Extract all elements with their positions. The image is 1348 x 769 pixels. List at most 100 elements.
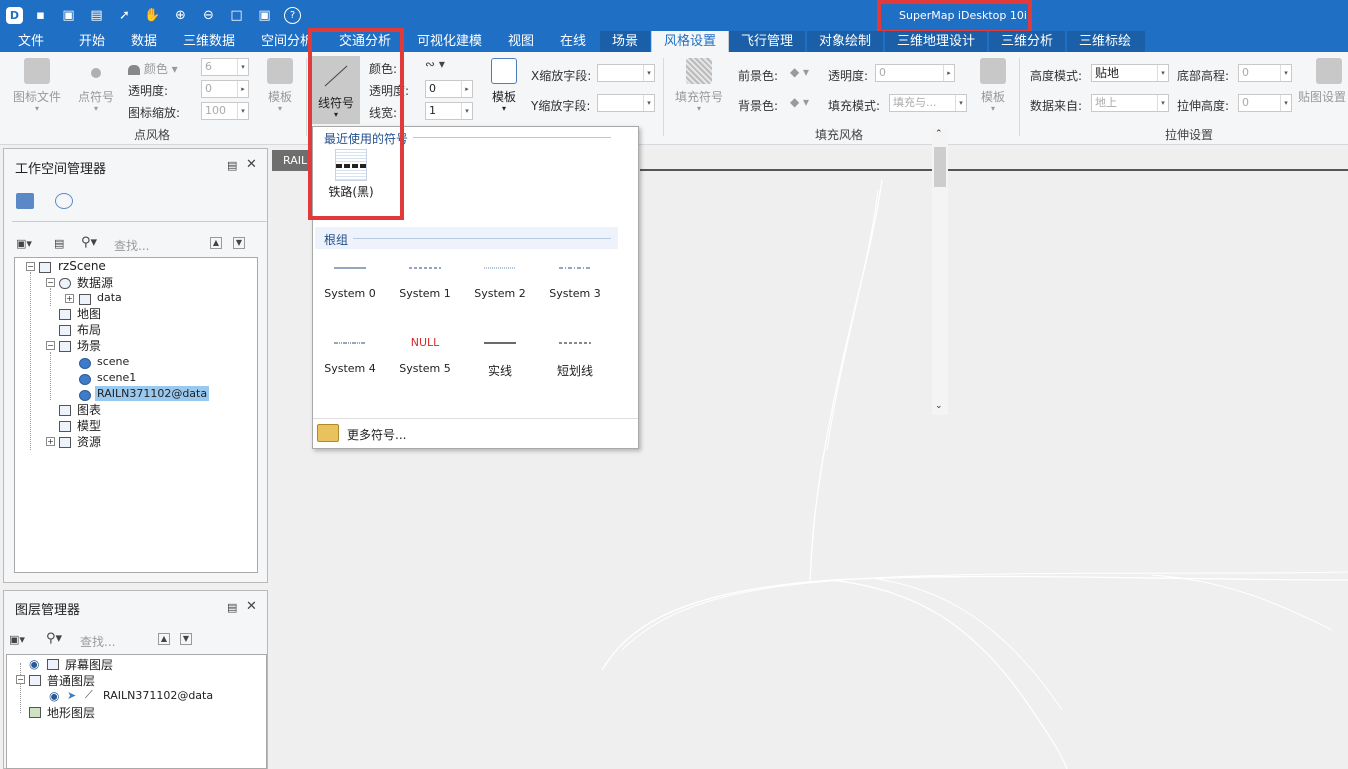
extrude-height-stepper[interactable]: 0 ▾ [1238,94,1292,112]
new-workspace-icon[interactable]: ▣ [60,7,77,24]
chevron-down-icon[interactable]: ▾ [1280,65,1291,81]
tab-scene[interactable]: 场景 [600,31,651,52]
symbol-list-scrollbar[interactable]: ⌃ ⌄ [932,129,948,415]
workspace-search-input[interactable]: 查找... [114,237,149,254]
more-symbols-button[interactable]: 更多符号... [317,423,617,445]
tab-visual-modeling[interactable]: 可视化建模 [417,31,482,52]
tab-flight-management[interactable]: 飞行管理 [729,31,806,52]
fg-color-picker[interactable]: ◆ ▾ [790,65,809,79]
x-scale-field-select[interactable]: ▾ [597,64,655,82]
chevron-down-icon[interactable]: ▾ [1280,95,1291,111]
collapse-icon[interactable]: − [46,341,55,350]
open-workspace-icon[interactable]: ▤ [88,7,105,24]
zoom-out-icon[interactable]: ⊖ [200,7,217,24]
eye-icon[interactable]: ◉ [29,657,39,671]
scroll-up-icon[interactable]: ⌃ [935,129,943,139]
tree-item-charts[interactable]: 图表 [77,401,101,418]
select-icon[interactable]: ➚ [116,7,133,24]
line-color-picker[interactable]: ∾ ▾ [425,57,445,71]
expand-icon[interactable]: + [46,437,55,446]
zoom-in-icon[interactable]: ⊕ [172,7,189,24]
fill-template-button[interactable]: 模板 ▾ [976,58,1010,122]
tree-item-layouts[interactable]: 布局 [77,321,101,338]
tree-item-railn-scene[interactable]: RAILN371102@data [95,386,210,401]
tab-file[interactable]: 文件 [18,31,44,52]
y-scale-field-select[interactable]: ▾ [597,94,655,112]
spin-arrow-icon[interactable]: ▸ [237,81,248,97]
symbol-system-4[interactable]: System 4 [313,336,387,375]
search-icon[interactable]: ⚲▾ [46,631,62,646]
symbol-system-0[interactable]: System 0 [313,261,387,300]
tab-view[interactable]: 视图 [508,31,534,52]
symbol-solid-line[interactable]: 实线 [463,336,537,379]
tab-object-drawing[interactable]: 对象绘制 [807,31,884,52]
close-icon[interactable]: ✕ [246,599,257,614]
properties-icon[interactable]: ▤ [54,237,64,250]
point-template-button[interactable]: 模板 ▾ [262,58,298,122]
pin-icon[interactable]: ▤ [227,601,237,614]
chevron-down-icon[interactable]: ▾ [461,103,472,119]
pin-icon[interactable]: ▤ [227,159,237,172]
recent-symbol-item[interactable]: 铁路(黑) [325,149,377,200]
height-mode-select[interactable]: 贴地 ▾ [1091,64,1169,82]
tab-start[interactable]: 开始 [79,31,105,52]
close-icon[interactable]: ✕ [246,157,257,172]
tree-item-models[interactable]: 模型 [77,417,101,434]
texture-settings-button[interactable]: 贴图设置 [1298,58,1348,122]
move-down-icon[interactable]: ▼ [233,237,245,249]
fill-mode-select[interactable]: 填充与... ▾ [889,94,967,112]
move-down-icon[interactable]: ▼ [180,633,192,645]
tree-item-scene[interactable]: scene [97,355,129,368]
tab-data[interactable]: 数据 [131,31,157,52]
app-logo-icon[interactable]: D [6,7,23,24]
line-template-button[interactable]: 模板 ▾ [487,58,521,122]
tab-traffic-analysis[interactable]: 交通分析 [339,31,391,52]
tab-3d-analysis[interactable]: 三维分析 [989,31,1066,52]
tab-3d-plotting[interactable]: 三维标绘 [1067,31,1145,52]
data-from-select[interactable]: 地上 ▾ [1091,94,1169,112]
workspace-tab-icon[interactable] [16,193,34,209]
tree-item-maps[interactable]: 地图 [77,305,101,322]
point-color-stepper[interactable]: 6 ▾ [201,58,249,76]
tree-item-data[interactable]: data [97,291,122,304]
collapse-icon[interactable]: − [46,278,55,287]
chevron-down-icon[interactable]: ▾ [955,95,966,111]
tree-item-scene1[interactable]: scene1 [97,371,136,384]
chevron-down-icon[interactable]: ▾ [643,65,654,81]
chevron-down-icon[interactable]: ▾ [1157,65,1168,81]
icon-scale-stepper[interactable]: 100 ▾ [201,102,249,120]
expand-icon[interactable]: + [65,294,74,303]
open-folder-icon[interactable]: ▣ [256,7,273,24]
collapse-icon[interactable]: − [26,262,35,271]
line-width-stepper[interactable]: 1 ▾ [425,102,473,120]
point-transparency-stepper[interactable]: 0 ▸ [201,80,249,98]
help-icon[interactable]: ? [284,7,301,24]
chevron-down-icon[interactable]: ▾ [1157,95,1168,111]
tree-item-scenes[interactable]: 场景 [77,337,101,354]
symbol-system-5[interactable]: NULL System 5 [388,336,462,375]
line-transparency-stepper[interactable]: 0 ▸ [425,80,473,98]
collapse-icon[interactable]: − [16,675,25,684]
symbol-short-dash[interactable]: 短划线 [538,336,612,379]
layer-search-input[interactable]: 查找... [80,633,115,650]
symbol-system-3[interactable]: System 3 [538,261,612,300]
tab-3d-geo-design[interactable]: 三维地理设计 [885,31,988,52]
chevron-down-icon[interactable]: ▾ [643,95,654,111]
spin-arrow-icon[interactable]: ▸ [461,81,472,97]
spin-arrow-icon[interactable]: ▸ [943,65,954,81]
scene-tab-icon[interactable] [55,193,73,209]
layer-normal[interactable]: 普通图层 [47,672,95,689]
fill-symbol-button[interactable]: 填充符号 ▾ [672,58,726,122]
point-symbol-button[interactable]: 点符号 ▾ [74,58,118,122]
bg-color-picker[interactable]: ◆ ▾ [790,95,809,109]
chevron-down-icon[interactable]: ▾ [237,103,248,119]
line-symbol-button[interactable]: 线符号 ▾ [312,56,360,124]
layer-railn[interactable]: RAILN371102@data [103,689,213,702]
move-up-icon[interactable]: ▲ [210,237,222,249]
tab-online[interactable]: 在线 [560,31,586,52]
scene-tab[interactable]: RAILN371102@data [272,150,312,171]
symbol-system-1[interactable]: System 1 [388,261,462,300]
tree-item-resources[interactable]: 资源 [77,433,101,450]
tree-item-workspace[interactable]: rzScene [58,259,106,273]
eye-icon[interactable]: ◉ [49,689,59,703]
